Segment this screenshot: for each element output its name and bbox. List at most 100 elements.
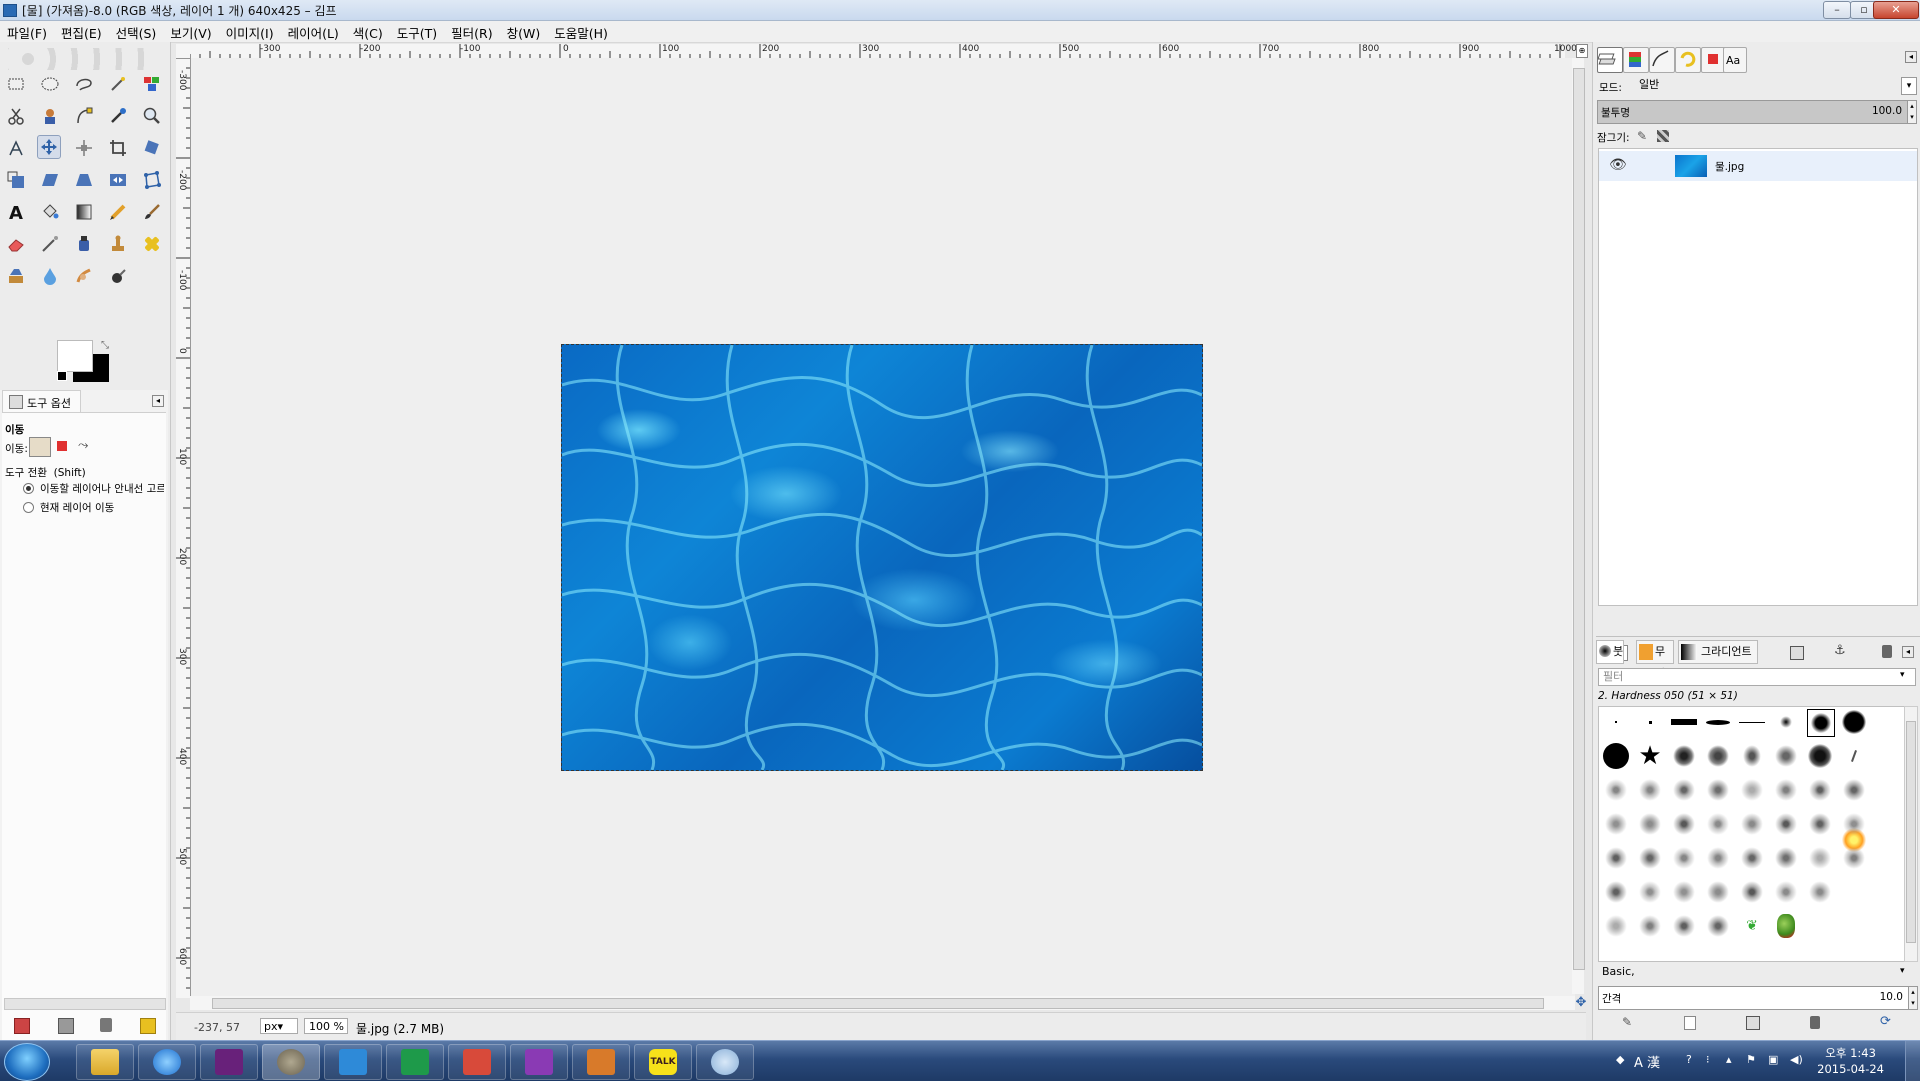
brush-texture[interactable]: [1705, 845, 1731, 871]
brush-texture[interactable]: [1671, 845, 1697, 871]
brush-texture[interactable]: [1671, 913, 1697, 939]
eraser-icon[interactable]: [4, 232, 28, 256]
brush-texture[interactable]: [1705, 777, 1731, 803]
toolbox-hscroll[interactable]: [4, 998, 166, 1010]
taskbar-explorer[interactable]: [76, 1044, 134, 1080]
canvas-horizontal-scrollbar[interactable]: [190, 996, 1575, 1010]
align-icon[interactable]: [72, 136, 96, 160]
ime-indicator[interactable]: A 漢: [1634, 1052, 1660, 1071]
brush-texture[interactable]: [1603, 777, 1629, 803]
reset-colors-icon[interactable]: [57, 371, 67, 381]
taskbar-internet-explorer[interactable]: [138, 1044, 196, 1080]
flip-icon[interactable]: [106, 168, 130, 192]
edit-brush-icon[interactable]: ✎: [1622, 1015, 1632, 1029]
dock-menu-icon[interactable]: ◂: [1905, 51, 1917, 63]
brush-texture[interactable]: [1773, 811, 1799, 837]
brush-block[interactable]: [1671, 709, 1697, 735]
navigate-icon[interactable]: ✥: [1574, 996, 1588, 1010]
canvas-vertical-scrollbar[interactable]: [1572, 58, 1585, 994]
perspective-icon[interactable]: [72, 168, 96, 192]
eye-icon[interactable]: 👁: [1609, 157, 1627, 173]
taskbar-keynote[interactable]: [324, 1044, 382, 1080]
duplicate-brush-icon[interactable]: [1746, 1016, 1760, 1030]
move-selection-mode-button[interactable]: [57, 441, 67, 451]
move-active-layer-radio[interactable]: [23, 502, 34, 513]
brush-texture[interactable]: [1841, 845, 1867, 871]
save-tool-preset-icon[interactable]: [14, 1018, 30, 1034]
tab-fonts[interactable]: Aa: [1723, 47, 1747, 73]
unit-dropdown[interactable]: px▾: [260, 1018, 298, 1034]
select-by-color-icon[interactable]: [140, 72, 164, 96]
heal-icon[interactable]: [140, 232, 164, 256]
foreground-select-icon[interactable]: [38, 104, 62, 128]
move-path-mode-button[interactable]: ⤳: [78, 438, 88, 453]
cage-transform-icon[interactable]: [140, 168, 164, 192]
volume-icon[interactable]: ◀): [1790, 1053, 1804, 1067]
brush-texture[interactable]: [1807, 845, 1833, 871]
opacity-spinner[interactable]: ▴ ▾: [1907, 100, 1917, 124]
ime-options-icon[interactable]: ⁝: [1706, 1053, 1720, 1067]
brush-texture[interactable]: [1739, 879, 1765, 905]
help-icon[interactable]: ?: [1686, 1053, 1700, 1067]
pick-layer-option[interactable]: 이동할 레이어나 안내선 고르: [40, 481, 164, 496]
scale-icon[interactable]: [4, 168, 28, 192]
brush-vine[interactable]: ❦: [1739, 913, 1765, 939]
menu-file[interactable]: 파일(F): [0, 21, 54, 42]
close-button[interactable]: ✕: [1873, 1, 1919, 19]
brush-texture[interactable]: [1637, 811, 1663, 837]
menu-select[interactable]: 선택(S): [109, 21, 164, 42]
free-select-icon[interactable]: [72, 72, 96, 96]
dodge-burn-icon[interactable]: [106, 264, 130, 288]
tag-dropdown-icon[interactable]: ▾: [1900, 966, 1905, 976]
tab-tool-options[interactable]: 도구 옵션: [2, 390, 81, 413]
shear-icon[interactable]: [38, 168, 62, 192]
brush-pixel[interactable]: [1637, 709, 1663, 735]
minimize-button[interactable]: –: [1823, 1, 1851, 19]
panel-menu-icon[interactable]: ◂: [152, 395, 164, 407]
ink-icon[interactable]: [72, 232, 96, 256]
layer-row[interactable]: 👁 물.jpg: [1599, 151, 1917, 181]
brush-texture[interactable]: [1671, 811, 1697, 837]
hscroll-thumb[interactable]: [212, 998, 1544, 1009]
spacing-spinner[interactable]: ▴ ▾: [1908, 986, 1918, 1010]
brush-texture[interactable]: [1841, 811, 1867, 837]
foreground-color-swatch[interactable]: [57, 340, 93, 372]
taskbar-presentation[interactable]: [448, 1044, 506, 1080]
menu-view[interactable]: 보기(V): [163, 21, 218, 42]
brush-pixel[interactable]: [1603, 709, 1629, 735]
lock-pixels-icon[interactable]: ✎: [1637, 129, 1647, 143]
menu-layer[interactable]: 레이어(L): [281, 21, 346, 42]
menu-image[interactable]: 이미지(I): [219, 21, 281, 42]
delete-brush-icon[interactable]: [1810, 1016, 1820, 1029]
smudge-icon[interactable]: [72, 264, 96, 288]
blend-icon[interactable]: [72, 200, 96, 224]
brush-texture[interactable]: [1739, 811, 1765, 837]
scissors-select-icon[interactable]: [4, 104, 28, 128]
start-button[interactable]: [4, 1043, 50, 1081]
brush-star[interactable]: ★: [1637, 743, 1663, 769]
swap-colors-icon[interactable]: ⤡: [101, 340, 109, 351]
tab-layers[interactable]: [1597, 47, 1623, 73]
ruler-corner[interactable]: [176, 44, 190, 58]
brush-filter-input[interactable]: 필터: [1598, 668, 1916, 686]
bucket-fill-icon[interactable]: [38, 200, 62, 224]
dock-separator[interactable]: [1596, 636, 1920, 639]
brushes-menu-icon[interactable]: ◂: [1902, 646, 1914, 658]
ruler-top[interactable]: -300 -200 -100 0 100 200 300 400 500 600…: [190, 44, 1577, 59]
brush-scroll-thumb[interactable]: [1906, 721, 1916, 943]
menu-windows[interactable]: 창(W): [500, 21, 548, 42]
refresh-brushes-icon[interactable]: ⟳: [1880, 1014, 1891, 1029]
brush-texture[interactable]: [1773, 777, 1799, 803]
brush-line[interactable]: [1739, 709, 1765, 735]
show-hidden-icons[interactable]: ▴: [1726, 1053, 1740, 1067]
menu-colors[interactable]: 색(C): [346, 21, 390, 42]
menu-tools[interactable]: 도구(T): [390, 21, 444, 42]
brush-hardness[interactable]: [1773, 709, 1799, 735]
perspective-clone-icon[interactable]: [4, 264, 28, 288]
tab-channels[interactable]: [1623, 47, 1649, 73]
action-center-flag-icon[interactable]: ⚑: [1746, 1053, 1760, 1067]
network-icon[interactable]: ▣: [1768, 1053, 1782, 1067]
clock[interactable]: 오후 1:43 2015-04-24: [1817, 1045, 1884, 1077]
brush-texture[interactable]: [1739, 777, 1765, 803]
menu-filters[interactable]: 필터(R): [444, 21, 499, 42]
